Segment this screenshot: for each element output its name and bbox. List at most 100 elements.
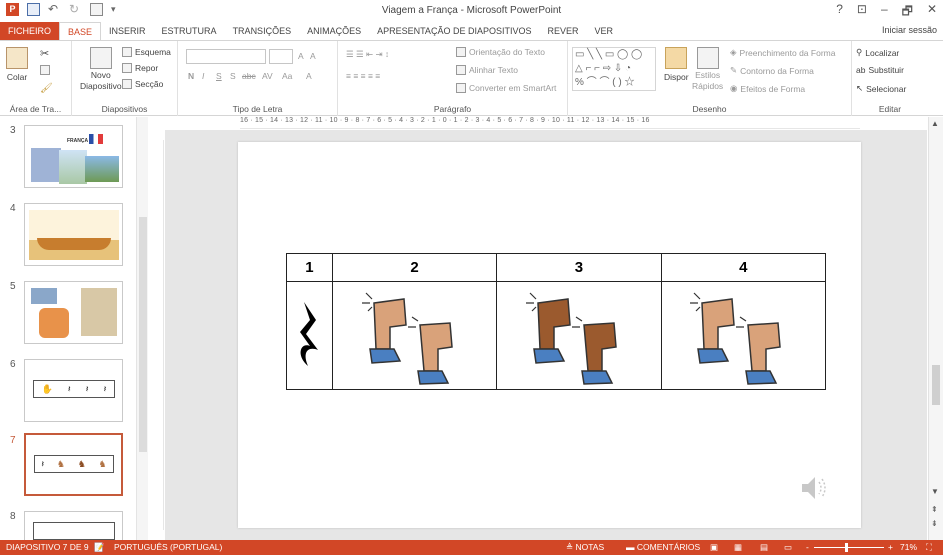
tab-view[interactable]: VER [586,22,621,40]
current-slide[interactable]: 1 2 3 4 [238,142,861,528]
tab-design[interactable]: ESTRUTURA [154,22,225,40]
audio-speaker-icon[interactable] [800,473,828,503]
title-bar: P ↶ ↻ ▾ Viagem a França - Microsoft Powe… [0,0,943,22]
section-button[interactable]: Secção [122,79,163,89]
minimize-button[interactable]: – [881,2,888,23]
shrink-font-button[interactable]: A [310,51,316,61]
language-indicator[interactable]: PORTUGUÊS (PORTUGAL) [114,542,222,552]
new-slide-button[interactable]: Novo Diapositivo [80,47,122,91]
redo-icon[interactable]: ↻ [69,3,82,16]
table-header-cell: 4 [660,253,827,282]
smartart-label: Converter em SmartArt [469,83,557,93]
save-icon[interactable] [27,3,40,16]
shape-fill-button[interactable]: ◈ Preenchimento da Forma [730,47,835,58]
slide-thumbnail-pane: 3 FRANÇA 4 5 6 ✋ 𝄽 𝄽 𝄽 7 𝄽 ♞ ♞ ♞ 8 [0,117,150,540]
bold-button[interactable]: N [188,71,194,81]
underline-button[interactable]: S [216,71,222,81]
restore-button[interactable]: 🗗 [902,2,913,23]
zoom-out-button[interactable]: - [806,542,809,552]
text-direction-label: Orientação do Texto [469,47,545,57]
shape-outline-button[interactable]: ✎ Contorno da Forma [730,65,814,76]
arrange-button[interactable]: Dispor [664,47,689,82]
rhythm-table[interactable]: 1 2 3 4 [286,253,827,390]
tab-animations[interactable]: ANIMAÇÕES [299,22,369,40]
font-size-field[interactable] [269,49,293,64]
paste-label: Colar [6,72,28,82]
thumbnail-slide-6[interactable]: ✋ 𝄽 𝄽 𝄽 [24,359,123,422]
align-buttons[interactable]: ≡ ≡ ≡ ≡ ≡ [346,71,380,81]
shape-effects-button[interactable]: ◉ Efeitos de Forma [730,83,805,94]
smartart-button[interactable]: Converter em SmartArt [456,83,556,93]
drawing-group-label: Desenho [692,104,727,114]
arrange-icon [665,47,688,69]
zoom-slider-thumb[interactable] [845,543,848,552]
tab-slideshow[interactable]: APRESENTAÇÃO DE DIAPOSITIVOS [369,22,539,40]
thumbnail-slide-8[interactable] [24,511,123,540]
tab-insert[interactable]: INSERIR [101,22,154,40]
tab-file[interactable]: FICHEIRO [0,22,60,40]
paste-button[interactable]: Colar [6,47,28,82]
paragraph-group-label: Parágrafo [433,104,472,114]
close-button[interactable]: ✕ [927,2,937,23]
mini-table: 𝄽 ♞ ♞ ♞ [34,455,114,473]
drawing-group: ▭ ╲ ╲ ▭ ◯ ◯ △ ⌐ ⌐ ⇨ ⇩ ◔% ⌒ ⌒ ( ) ☆ Dispor… [568,41,852,116]
quick-styles-button[interactable]: Estilos Rápidos [692,47,723,91]
align-text-button[interactable]: Alinhar Texto [456,65,518,75]
reset-button[interactable]: Repor [122,63,158,73]
sign-in-link[interactable]: Iniciar sessão [882,25,937,35]
thumbnail-slide-7[interactable]: 𝄽 ♞ ♞ ♞ [24,433,123,496]
font-name-field[interactable] [186,49,266,64]
tab-transitions[interactable]: TRANSIÇÕES [225,22,300,40]
slide-sorter-icon[interactable]: ▦ [734,542,742,553]
text-direction-button[interactable]: Orientação do Texto [456,47,545,57]
zoom-in-button[interactable]: + [888,542,893,552]
scroll-up-icon[interactable]: ▲ [931,119,939,128]
tab-review[interactable]: REVER [539,22,586,40]
clipboard-group: Colar ✂ 🖌 Área de Tra... [0,41,72,116]
thumbnail-scrollbar[interactable] [136,117,148,540]
shadow-button[interactable]: S [230,71,236,81]
format-painter-button[interactable]: 🖌 [40,83,53,94]
normal-view-icon[interactable]: ▣ [710,542,718,553]
ribbon-display-button[interactable]: ⊡ [857,2,867,23]
fit-slide-icon[interactable]: ⛶ [926,542,932,553]
scroll-down-icon[interactable]: ▼ [931,487,939,496]
zoom-level[interactable]: 71% [900,542,917,552]
italic-button[interactable]: I [202,71,204,81]
next-slide-icon[interactable]: ⇟ [931,519,938,528]
thumbnail-slide-3[interactable]: FRANÇA [24,125,123,188]
replace-button[interactable]: ab Substituir [856,65,904,75]
status-bar: DIAPOSITIVO 7 DE 9 📝 PORTUGUÊS (PORTUGAL… [0,540,943,555]
copy-button[interactable] [40,65,50,75]
comments-button[interactable]: ▬ COMENTÁRIOS [626,542,700,552]
char-spacing-button[interactable]: AV [262,71,273,81]
spelling-icon[interactable]: 📝 [94,542,105,553]
editor-scroll-thumb[interactable] [932,365,940,405]
layout-button[interactable]: Esquema [122,47,171,57]
slideshow-view-icon[interactable]: ▭ [784,542,792,553]
tab-home[interactable]: BASE [59,22,102,40]
editor-scrollbar[interactable]: ▲ ▼ ⇞ ⇟ [928,117,943,540]
previous-slide-icon[interactable]: ⇞ [931,505,938,514]
shapes-gallery[interactable]: ▭ ╲ ╲ ▭ ◯ ◯ △ ⌐ ⌐ ⇨ ⇩ ◔% ⌒ ⌒ ( ) ☆ [572,47,656,91]
find-button[interactable]: ⚲ Localizar [856,47,899,58]
select-button[interactable]: ↖ Selecionar [856,83,906,94]
thumbnail-number: 8 [10,511,16,522]
grow-font-button[interactable]: A [298,51,304,61]
strikethrough-button[interactable]: abc [242,71,256,81]
change-case-button[interactable]: Aa [282,71,292,81]
table-header-cell: 1 [286,253,333,282]
thumbnail-slide-4[interactable] [24,203,123,266]
notes-button[interactable]: ≜ NOTAS [566,542,604,553]
cut-button[interactable]: ✂ [40,47,49,60]
font-color-button[interactable]: A [306,71,312,81]
thumbnail-scroll-thumb[interactable] [139,217,147,452]
customize-qat-icon[interactable]: ▾ [111,3,124,16]
bullets-button[interactable]: ☰ ☰ ⇤ ⇥ ↕ [346,49,389,60]
reading-view-icon[interactable]: ▤ [760,542,768,553]
undo-icon[interactable]: ↶ [48,3,61,16]
thumbnail-slide-5[interactable] [24,281,123,344]
start-slideshow-icon[interactable] [90,3,103,16]
zoom-slider[interactable] [814,547,884,548]
help-button[interactable]: ? [836,2,843,23]
